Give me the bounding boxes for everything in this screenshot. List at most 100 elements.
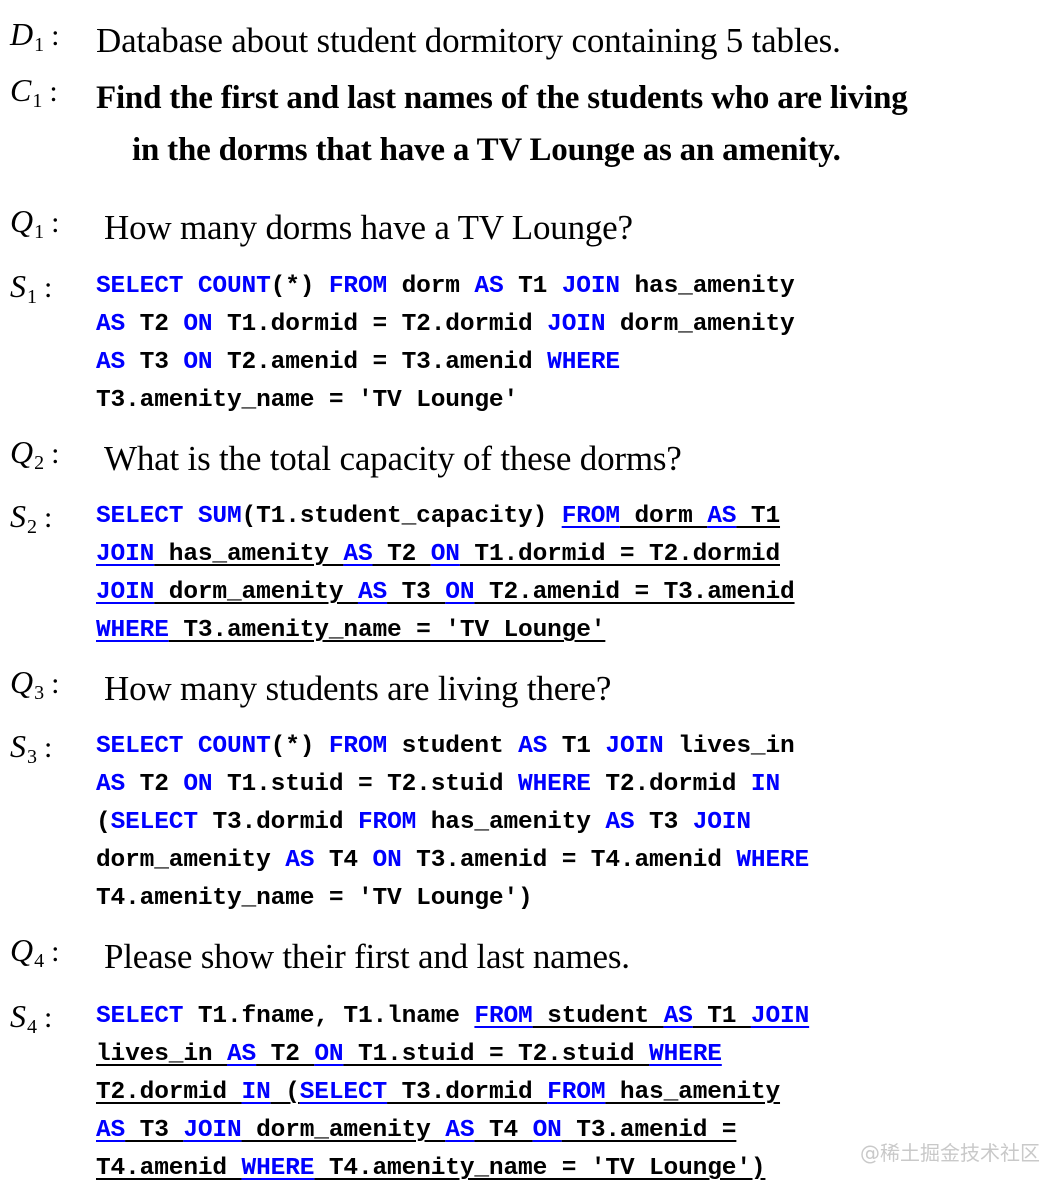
sql-content-2: SELECT SUM(T1.student_capacity) FROM dor… (96, 498, 795, 650)
sql-line: (SELECT T3.dormid FROM has_amenity AS T3… (96, 804, 809, 842)
sql-keyword: AS (357, 579, 388, 606)
complex-question-line-1: Find the first and last names of the stu… (96, 80, 908, 116)
label-c1-subscript: 1 (32, 90, 43, 112)
sql-keyword: AS (518, 733, 548, 760)
label-s1-subscript: 1 (27, 286, 37, 308)
sql-token: T3.dormid (387, 1079, 548, 1106)
label-s3-colon: : (44, 731, 53, 764)
sql-keyword: WHERE (518, 771, 591, 798)
sql-keyword: SELECT COUNT (96, 733, 271, 760)
sql-keyword: IN (241, 1079, 271, 1106)
sql-keyword: FROM (357, 809, 417, 836)
sql-keyword: FROM (547, 1079, 606, 1106)
label-s3: S3: (0, 728, 96, 769)
sql-keyword: AS (96, 1117, 126, 1144)
sql-keyword: AS (226, 1041, 257, 1068)
sql-row-4: S4: SELECT T1.fname, T1.lname FROM stude… (0, 998, 809, 1188)
label-s2-symbol: S (10, 498, 26, 534)
question-text-1: How many dorms have a TV Lounge? (104, 208, 633, 247)
label-q3-subscript: 3 (34, 682, 45, 704)
label-s4-subscript: 4 (27, 1016, 37, 1038)
sql-token: (*) (270, 733, 329, 760)
label-s3-subscript: 3 (27, 746, 37, 768)
sql-content-3: SELECT COUNT(*) FROM student AS T1 JOIN … (96, 728, 809, 918)
sql-token: T3.dormid (197, 809, 358, 836)
sql-keyword: ON (372, 847, 402, 874)
sql-keyword: JOIN (183, 1117, 242, 1144)
sql-content-4: SELECT T1.fname, T1.lname FROM student A… (96, 998, 809, 1188)
label-s4: S4: (0, 998, 96, 1039)
sql-line: lives_in AS T2 ON T1.stuid = T2.stuid WH… (96, 1036, 809, 1074)
sql-token: T1 (503, 273, 562, 300)
sql-keyword: FROM (328, 733, 388, 760)
sql-line: T4.amenid WHERE T4.amenity_name = 'TV Lo… (96, 1150, 809, 1188)
sql-token: T2.dormid (96, 1079, 242, 1106)
sql-token: T1.fname, T1.lname (183, 1003, 475, 1030)
label-s4-colon: : (44, 1001, 53, 1034)
question-content-1: How many dorms have a TV Lounge? (96, 203, 633, 253)
sql-block-4: SELECT T1.fname, T1.lname FROM student A… (96, 998, 809, 1188)
sql-token: T3.amenid = T4.amenid (401, 847, 737, 874)
label-s4-symbol: S (10, 998, 26, 1034)
sql-token: T1 (736, 503, 781, 530)
sql-keyword: JOIN (96, 541, 155, 568)
label-d1-colon: : (51, 19, 60, 52)
sql-keyword: JOIN (692, 809, 751, 836)
sql-line: T4.amenity_name = 'TV Lounge') (96, 880, 809, 918)
sql-token: T1.stuid = T2.stuid (212, 771, 519, 798)
sql-token: T2 (125, 771, 184, 798)
label-s3-symbol: S (10, 728, 26, 764)
sql-token: T4.amenity_name = 'TV Lounge') (96, 885, 533, 912)
label-q1: Q1: (0, 203, 96, 244)
sql-token: T3.amenity_name = 'TV Lounge' (168, 617, 606, 644)
sql-token: T3 (634, 809, 693, 836)
sql-keyword: AS (343, 541, 373, 568)
sql-token: T1.dormid = T2.dormid (459, 541, 780, 568)
sql-keyword: ON (183, 771, 213, 798)
sql-token: T2.dormid (590, 771, 751, 798)
question-row-4: Q4: Please show their first and last nam… (0, 932, 630, 982)
sql-keyword: JOIN (561, 273, 620, 300)
sql-keyword: WHERE (736, 847, 810, 874)
sql-keyword: FROM (561, 503, 620, 530)
sql-keyword: AS (96, 771, 126, 798)
database-description-text: Database about student dormitory contain… (96, 21, 841, 60)
watermark: @稀土掘金技术社区 (860, 1141, 1040, 1165)
sql-token: has_amenity (605, 1079, 781, 1106)
sql-token: dorm_amenity (241, 1117, 446, 1144)
label-q2-colon: : (51, 437, 60, 470)
question-content-2: What is the total capacity of these dorm… (96, 434, 682, 484)
label-d1: D1: (0, 16, 96, 57)
sql-line: WHERE T3.amenity_name = 'TV Lounge' (96, 612, 795, 650)
database-description-row: D1: Database about student dormitory con… (0, 16, 841, 66)
question-row-2: Q2: What is the total capacity of these … (0, 434, 682, 484)
sql-content-1: SELECT COUNT(*) FROM dorm AS T1 JOIN has… (96, 268, 795, 420)
label-s2-colon: : (44, 501, 53, 534)
label-d1-symbol: D (10, 16, 34, 52)
label-q4-symbol: Q (10, 932, 34, 968)
label-q4: Q4: (0, 932, 96, 973)
sql-keyword: AS (445, 1117, 475, 1144)
sql-keyword: JOIN (547, 311, 606, 338)
complex-question-content: Find the first and last names of the stu… (96, 72, 908, 176)
label-q2: Q2: (0, 434, 96, 475)
label-s2-subscript: 2 (27, 516, 37, 538)
sql-token: dorm_amenity (154, 579, 358, 606)
sql-token: T1 (692, 1003, 751, 1030)
sql-keyword: AS (605, 809, 635, 836)
sql-keyword: JOIN (96, 579, 155, 606)
sql-token: ( (270, 1079, 300, 1106)
label-q1-subscript: 1 (34, 221, 45, 243)
sql-line: SELECT SUM(T1.student_capacity) FROM dor… (96, 498, 795, 536)
sql-line: dorm_amenity AS T4 ON T3.amenid = T4.ame… (96, 842, 809, 880)
sql-token: dorm_amenity (96, 847, 286, 874)
label-c1: C1: (0, 72, 96, 113)
label-q3: Q3: (0, 664, 96, 705)
sql-token: T2 (125, 311, 184, 338)
sql-token: T3.amenid = (561, 1117, 737, 1144)
sql-token: has_amenity (416, 809, 606, 836)
sql-token: T2.amenid = T3.amenid (212, 349, 548, 376)
label-c1-colon: : (49, 75, 58, 108)
sql-token: T2 (372, 541, 431, 568)
sql-row-3: S3: SELECT COUNT(*) FROM student AS T1 J… (0, 728, 809, 918)
